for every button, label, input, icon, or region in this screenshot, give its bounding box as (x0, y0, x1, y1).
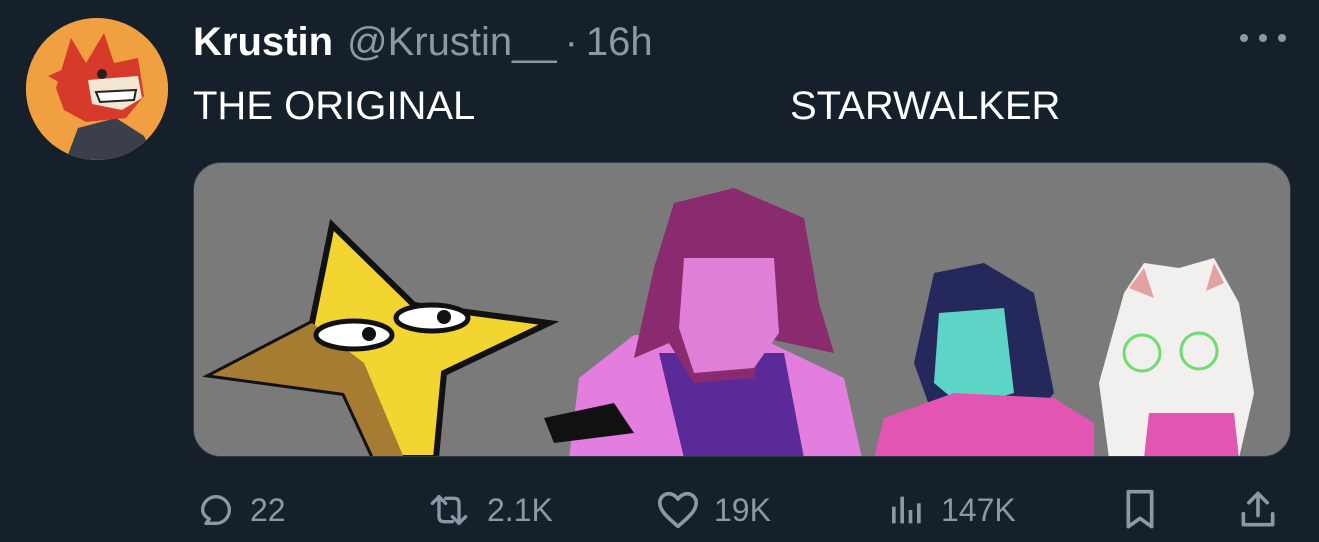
views-icon (887, 490, 927, 530)
tweet-text-left: THE ORIGINAL (193, 84, 476, 128)
retweet-icon (425, 490, 473, 530)
reply-icon (196, 490, 236, 530)
bookmark-button[interactable] (1120, 484, 1160, 536)
author-display-name[interactable]: Krustin (193, 20, 333, 65)
author-handle[interactable]: @Krustin__ (347, 20, 557, 65)
like-button[interactable]: 19K (656, 484, 771, 536)
tweet-timestamp[interactable]: 16h (586, 20, 653, 65)
retweet-button[interactable]: 2.1K (425, 484, 553, 536)
reply-count: 22 (250, 491, 286, 528)
avatar-image (26, 18, 168, 160)
reply-button[interactable]: 22 (196, 484, 286, 536)
tweet-media[interactable] (193, 162, 1291, 457)
like-icon (656, 490, 700, 530)
tweet-text-right: STARWALKER (790, 84, 1061, 128)
retweet-count: 2.1K (487, 491, 553, 528)
media-illustration (194, 163, 1290, 456)
like-count: 19K (714, 491, 771, 528)
avatar[interactable] (26, 18, 168, 160)
more-icon[interactable] (1240, 26, 1286, 50)
time-separator: · (564, 19, 578, 64)
tweet-text: THE ORIGINAL STARWALKER (193, 80, 1293, 136)
share-icon (1236, 488, 1280, 532)
bookmark-icon (1120, 488, 1160, 532)
action-bar: 22 2.1K 19K 147K (0, 484, 1319, 536)
views-count: 147K (941, 491, 1016, 528)
views-button[interactable]: 147K (887, 484, 1016, 536)
tweet-header: Krustin @Krustin__ · 16h (193, 14, 653, 70)
share-button[interactable] (1236, 484, 1280, 536)
